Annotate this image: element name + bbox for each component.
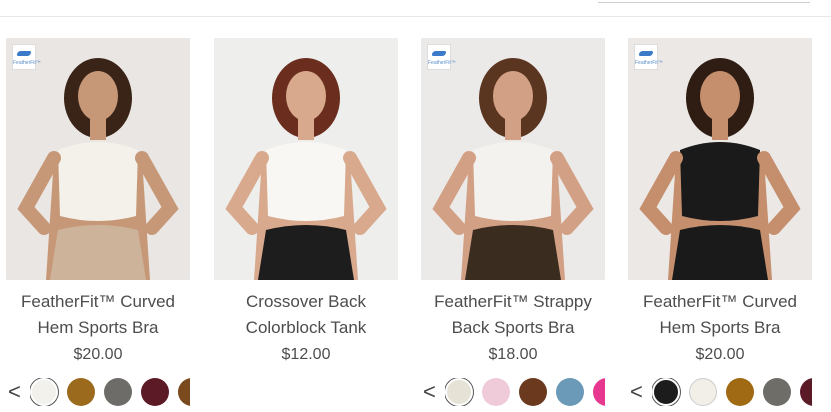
sort-dropdown-edge[interactable]	[598, 0, 810, 3]
product-price: $18.00	[488, 346, 538, 363]
model-photo	[17, 58, 179, 280]
model-photo	[225, 58, 387, 280]
product-price: $20.00	[695, 346, 745, 363]
color-swatch[interactable]	[689, 378, 717, 406]
product-card[interactable]: Crossover Back Colorblock Tank $12.00	[214, 38, 398, 366]
color-swatch[interactable]	[178, 378, 190, 406]
model-photo	[432, 58, 594, 280]
color-swatch[interactable]	[519, 378, 547, 406]
product-image[interactable]: FeatherFit™	[628, 38, 812, 280]
prev-arrow-icon[interactable]: <	[423, 379, 445, 405]
bird-logo-icon	[17, 51, 31, 56]
color-swatches-product-3: <	[423, 376, 605, 408]
product-price: $20.00	[73, 346, 123, 363]
color-swatch[interactable]	[141, 378, 169, 406]
product-image[interactable]: FeatherFit™	[421, 38, 605, 280]
color-swatch[interactable]	[800, 378, 812, 406]
divider	[0, 16, 831, 17]
model-photo	[639, 58, 801, 280]
color-swatch[interactable]	[67, 378, 95, 406]
color-swatch[interactable]	[30, 378, 58, 406]
product-card[interactable]: FeatherFit™ FeatherFit™ Curved Hem Sport…	[6, 38, 190, 366]
product-image[interactable]	[214, 38, 398, 280]
prev-arrow-icon[interactable]: <	[8, 379, 30, 405]
brand-logo: FeatherFit™	[634, 44, 663, 70]
product-title[interactable]: FeatherFit™ Strappy Back Sports Bra	[421, 289, 605, 341]
bird-logo-icon	[639, 51, 653, 56]
color-swatch[interactable]	[445, 378, 473, 406]
product-card[interactable]: FeatherFit™ FeatherFit™ Strappy Back Spo…	[421, 38, 605, 366]
product-title[interactable]: FeatherFit™ Curved Hem Sports Bra	[628, 289, 812, 341]
prev-arrow-icon[interactable]: <	[630, 379, 652, 405]
color-swatch[interactable]	[482, 378, 510, 406]
color-swatch[interactable]	[763, 378, 791, 406]
brand-logo: FeatherFit™	[12, 44, 41, 70]
color-swatches-product-4: <	[630, 376, 812, 408]
color-swatch[interactable]	[104, 378, 132, 406]
color-swatch[interactable]	[593, 378, 605, 406]
color-swatch[interactable]	[652, 378, 680, 406]
color-swatch[interactable]	[556, 378, 584, 406]
product-title[interactable]: FeatherFit™ Curved Hem Sports Bra	[6, 289, 190, 341]
color-swatch[interactable]	[726, 378, 754, 406]
product-image[interactable]: FeatherFit™	[6, 38, 190, 280]
color-swatches-product-1: <	[8, 376, 190, 408]
product-price: $12.00	[281, 346, 331, 363]
bird-logo-icon	[432, 51, 446, 56]
product-title[interactable]: Crossover Back Colorblock Tank	[214, 289, 398, 341]
product-card[interactable]: FeatherFit™ FeatherFit™ Curved Hem Sport…	[628, 38, 812, 366]
brand-logo: FeatherFit™	[427, 44, 456, 70]
